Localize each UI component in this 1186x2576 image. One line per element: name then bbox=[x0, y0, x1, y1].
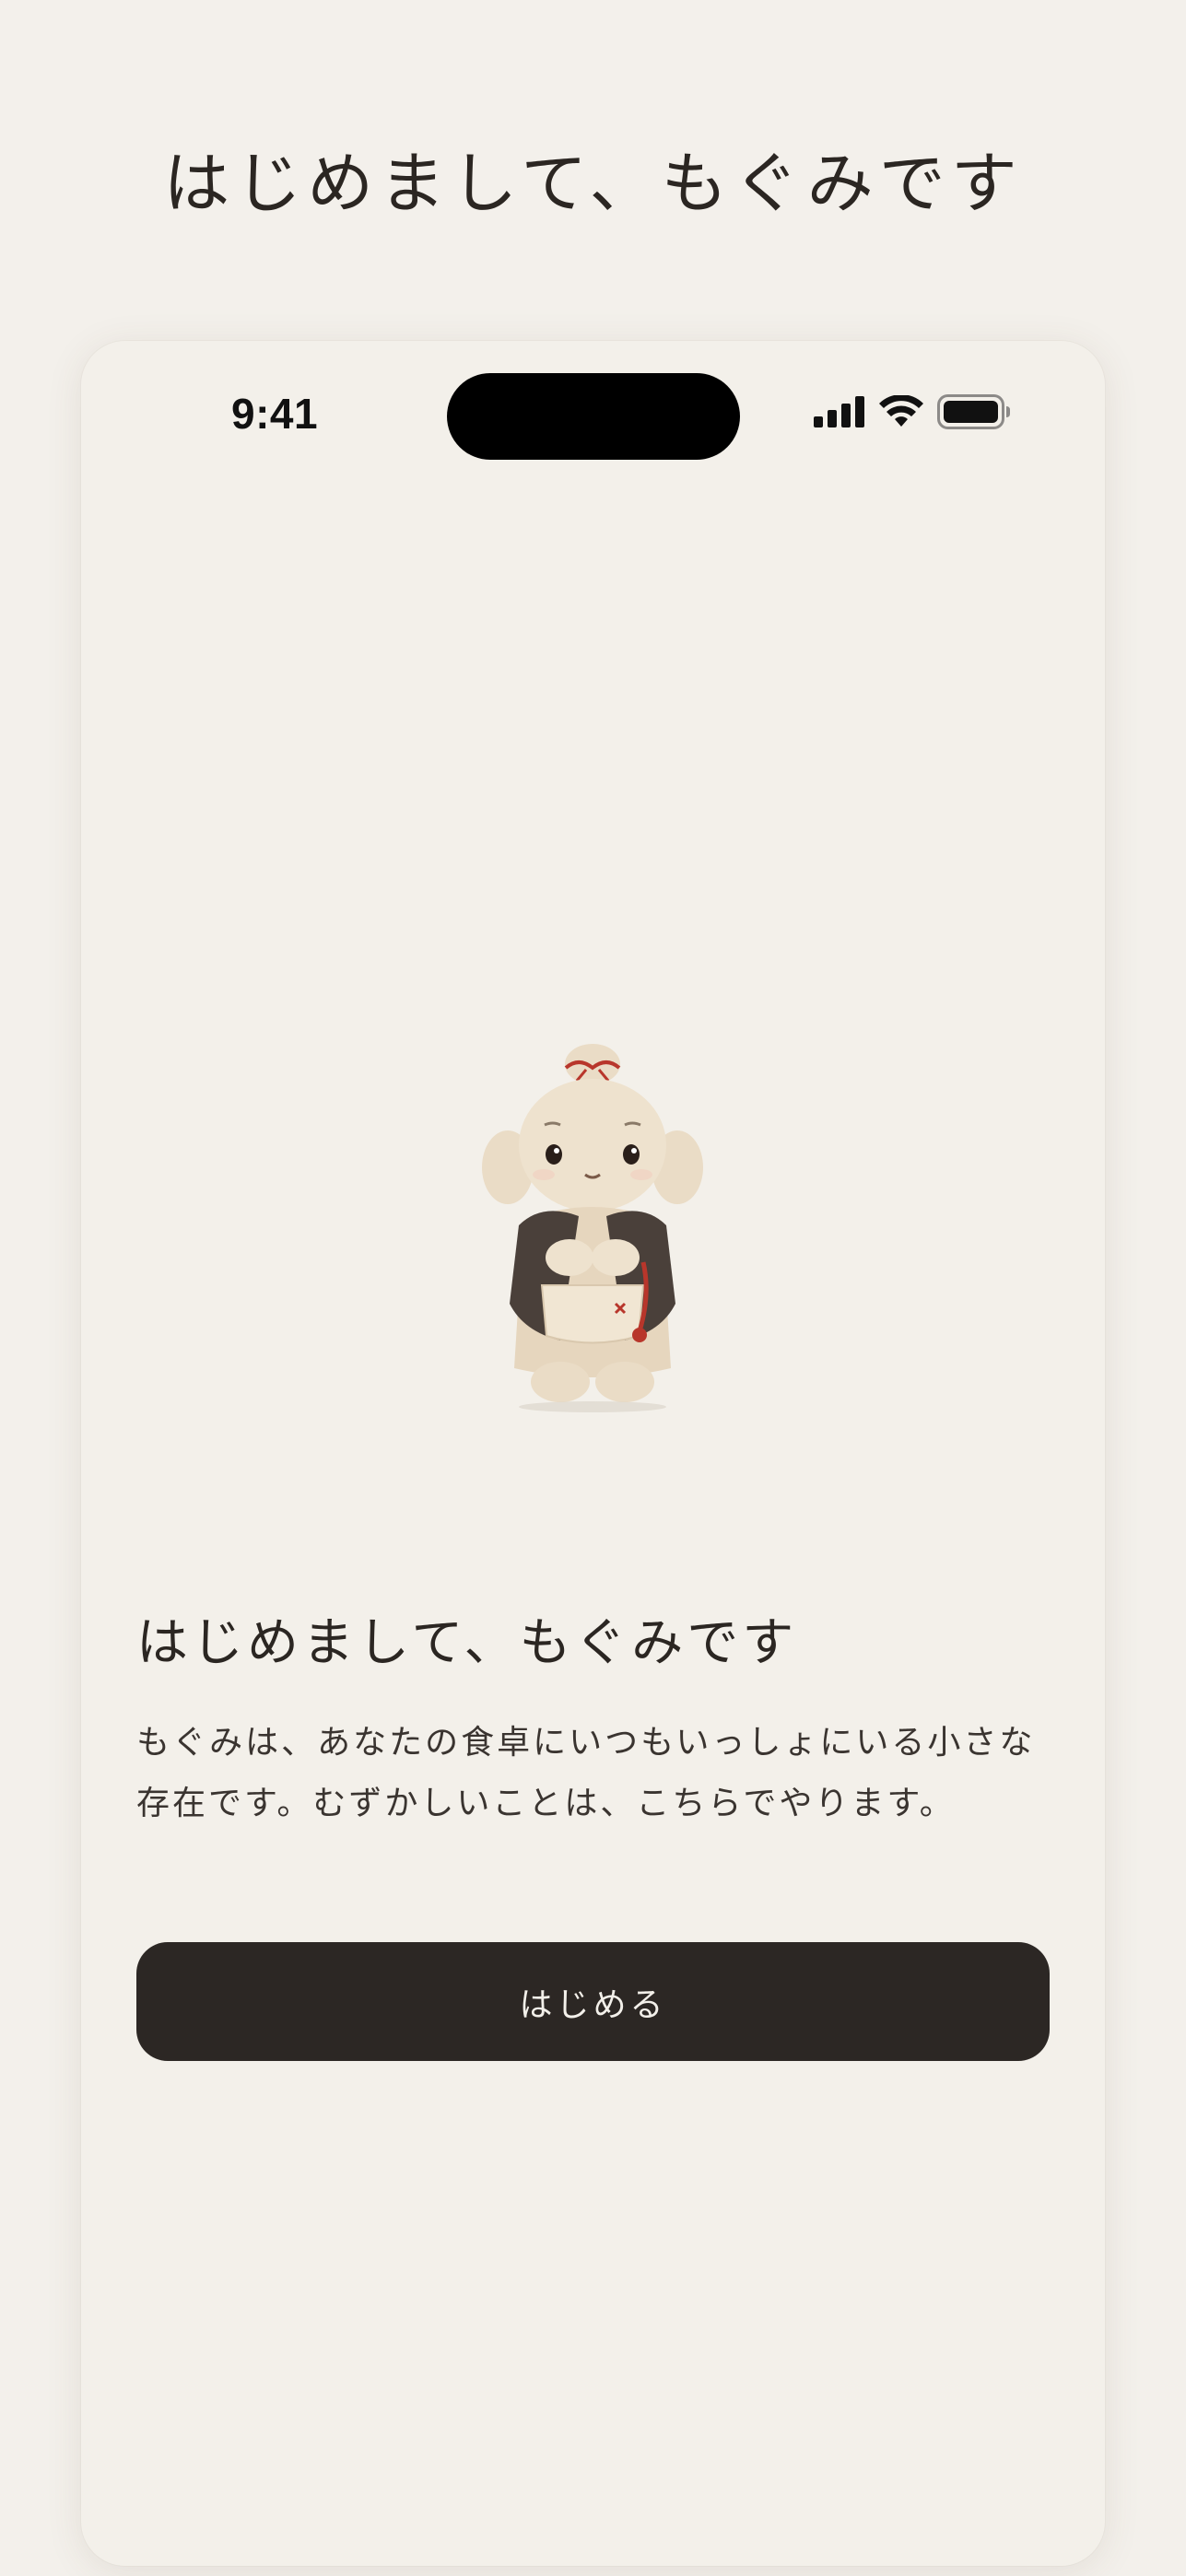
status-icons bbox=[814, 394, 1011, 429]
start-button[interactable]: はじめる bbox=[136, 1942, 1050, 2061]
cellular-signal-icon bbox=[814, 396, 865, 427]
welcome-content: はじめまして、もぐみです もぐみは、あなたの食卓にいつもいっしょにいる小さな存在… bbox=[136, 1612, 1050, 1834]
phone-frame: 9:41 はじめまして、もぐみです もぐみは、あなたの食卓にいつもいっしょにいる… bbox=[81, 341, 1105, 2566]
welcome-body: もぐみは、あなたの食卓にいつもいっしょにいる小さな存在です。むずかしいことは、こ… bbox=[136, 1724, 1036, 1823]
page-heading: はじめまして、もぐみです bbox=[163, 145, 1023, 222]
mogumi-mascot-icon bbox=[477, 1036, 708, 1414]
battery-icon bbox=[937, 394, 1011, 429]
status-bar: 9:41 bbox=[81, 341, 1105, 470]
wifi-icon bbox=[878, 395, 924, 428]
dynamic-island bbox=[447, 373, 740, 460]
welcome-title: はじめまして、もぐみです bbox=[136, 1613, 798, 1673]
status-time: 9:41 bbox=[231, 390, 319, 438]
